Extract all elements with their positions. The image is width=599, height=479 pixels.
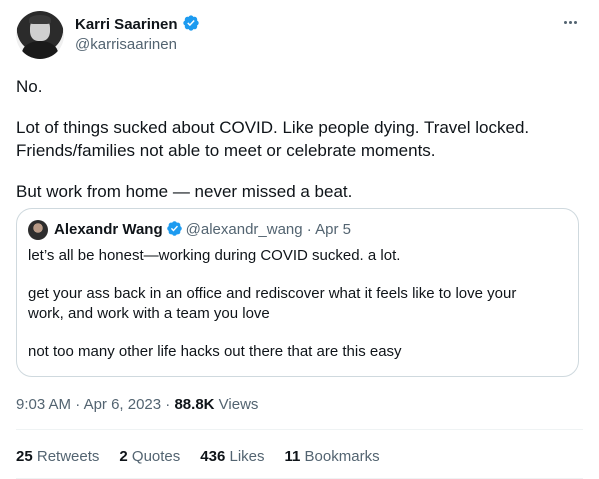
quoted-author-avatar[interactable] — [28, 220, 48, 240]
verified-badge-icon — [182, 15, 199, 31]
quoted-paragraph: get your ass back in an office and redis… — [28, 285, 517, 302]
likes-count: 436 — [200, 448, 226, 465]
more-options-button[interactable] — [556, 12, 584, 32]
quoted-tweet-date[interactable]: Apr 5 — [315, 221, 351, 238]
tweet-paragraph: But work from home — never missed a beat… — [16, 182, 353, 201]
quoted-author-name[interactable]: Alexandr Wang — [54, 221, 163, 238]
author-name-row[interactable]: Karri Saarinen — [75, 14, 200, 35]
likes-stat[interactable]: 436 Likes — [200, 447, 264, 467]
author-name[interactable]: Karri Saarinen — [75, 16, 178, 33]
bookmarks-label: Bookmarks — [304, 448, 380, 465]
verified-badge-icon — [166, 221, 182, 236]
tweet-text: No. Lot of things sucked about COVID. Li… — [16, 75, 586, 203]
quoted-tweet-text: let’s all be honest—working during COVID… — [28, 246, 568, 362]
quoted-paragraph: not too many other life hacks out there … — [28, 343, 402, 360]
views-count: 88.8K — [174, 396, 215, 413]
author-avatar[interactable] — [16, 11, 64, 59]
tweet-date[interactable]: Apr 6, 2023 — [84, 396, 162, 413]
quoted-tweet-header: Alexandr Wang @alexandr_wang · Apr 5 — [54, 220, 351, 240]
separator-dot: · — [306, 221, 312, 238]
tweet-meta: 9:03 AM · Apr 6, 2023 · 88.8K Views — [16, 395, 258, 415]
bookmarks-stat[interactable]: 11 Bookmarks — [285, 447, 380, 467]
quotes-count: 2 — [119, 448, 128, 465]
quoted-paragraph: let’s all be honest—working during COVID… — [28, 247, 401, 264]
engagement-stats: 25 Retweets 2 Quotes 436 Likes 11 Bookma… — [16, 447, 380, 467]
tweet-paragraph: Lot of things sucked about COVID. Like p… — [16, 118, 530, 137]
views-label: Views — [218, 396, 259, 413]
divider — [16, 429, 583, 430]
author-handle[interactable]: @karrisaarinen — [75, 35, 177, 55]
tweet-time[interactable]: 9:03 AM — [16, 396, 71, 413]
retweets-label: Retweets — [36, 448, 100, 465]
quoted-paragraph: work, and work with a team you love — [28, 305, 270, 322]
separator-dot: · — [75, 396, 81, 413]
tweet: Karri Saarinen @karrisaarinen No. Lot of… — [0, 0, 599, 479]
tweet-paragraph: No. — [16, 77, 43, 96]
quoted-tweet[interactable]: Alexandr Wang @alexandr_wang · Apr 5 let’… — [16, 208, 579, 377]
quoted-author-handle[interactable]: @alexandr_wang — [186, 221, 303, 238]
more-horizontal-icon — [563, 20, 577, 24]
bookmarks-count: 11 — [284, 448, 301, 465]
retweets-stat[interactable]: 25 Retweets — [16, 447, 99, 467]
likes-label: Likes — [229, 448, 265, 465]
retweets-count: 25 — [16, 448, 33, 465]
tweet-paragraph: Friends/families not able to meet or cel… — [16, 141, 436, 160]
quotes-stat[interactable]: 2 Quotes — [119, 447, 180, 467]
quotes-label: Quotes — [131, 448, 181, 465]
separator-dot: · — [165, 396, 171, 413]
